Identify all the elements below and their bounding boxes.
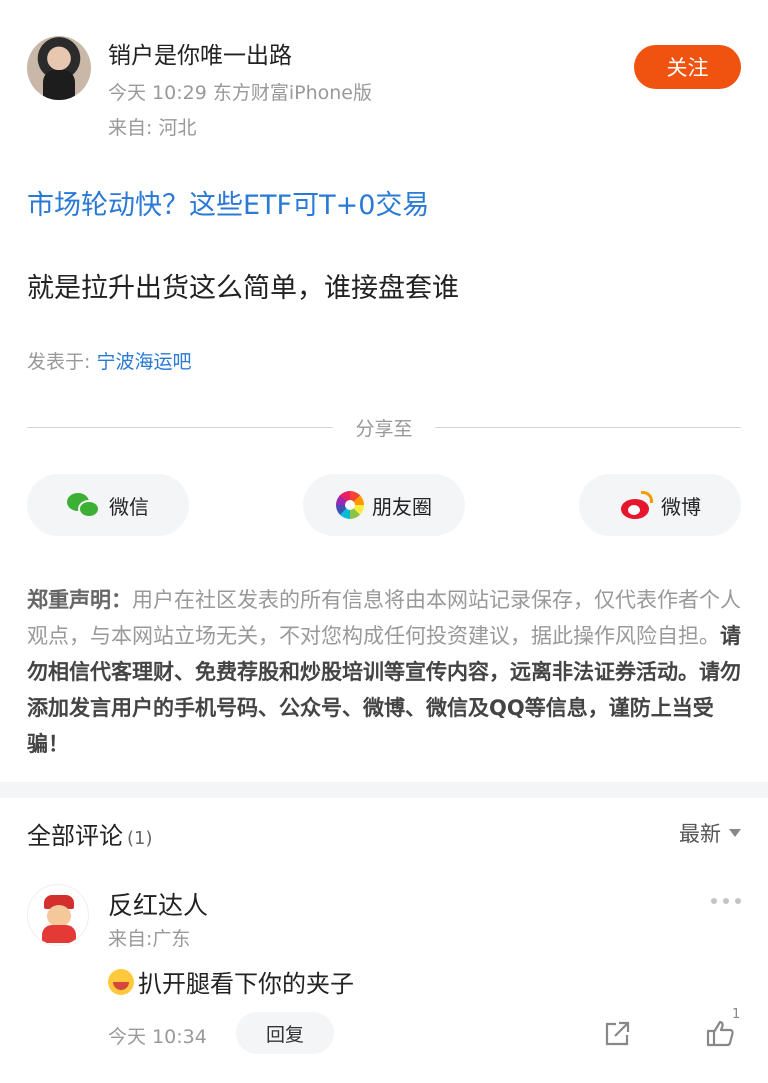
post-title-link[interactable]: 市场轮动快？这些ETF可T+0交易 (27, 183, 429, 222)
disclaimer: 郑重声明：用户在社区发表的所有信息将由本网站记录保存，仅代表作者个人观点，与本网… (27, 582, 743, 762)
comment-text: 扒开腿看下你的夹子 (108, 964, 354, 999)
author-avatar[interactable] (27, 36, 91, 100)
author-username[interactable]: 销户是你唯一出路 (108, 36, 292, 70)
post-meta: 今天 10:29 东方财富iPhone版 (108, 82, 372, 104)
commenter-location: 来自:广东 (108, 928, 191, 950)
weibo-icon (619, 491, 653, 519)
commenter-avatar[interactable] (27, 884, 89, 946)
thumbs-up-icon[interactable] (705, 1018, 735, 1048)
sort-label: 最新 (679, 822, 721, 846)
sort-dropdown[interactable]: 最新 (679, 818, 741, 848)
bar-link[interactable]: 宁波海运吧 (96, 351, 191, 373)
like-count: 1 (732, 1007, 741, 1022)
laughing-emoji-icon (108, 968, 134, 995)
share-moments-label: 朋友圈 (372, 494, 432, 519)
comments-title: 全部评论 (27, 822, 123, 850)
share-external-icon[interactable] (603, 1020, 631, 1048)
share-wechat-label: 微信 (109, 494, 149, 519)
more-options-icon[interactable] (711, 898, 741, 906)
commenter-name[interactable]: 反红达人 (108, 886, 208, 922)
posted-in: 发表于: 宁波海运吧 (27, 347, 191, 374)
disclaimer-text: 用户在社区发表的所有信息将由本网站记录保存，仅代表作者个人观点，与本网站立场无关… (27, 588, 741, 648)
comment-text-content: 扒开腿看下你的夹子 (138, 970, 354, 998)
follow-button[interactable]: 关注 (634, 45, 741, 89)
reply-button[interactable]: 回复 (236, 1012, 334, 1054)
share-weibo-button[interactable]: 微博 (579, 474, 741, 536)
wechat-icon (67, 491, 101, 519)
share-wechat-button[interactable]: 微信 (27, 474, 189, 536)
share-weibo-label: 微博 (661, 494, 701, 519)
moments-icon (336, 491, 364, 519)
post-location: 来自: 河北 (108, 117, 197, 139)
comment-item: 反红达人 来自:广东 扒开腿看下你的夹子 今天 10:34 回复 1 (0, 880, 768, 1080)
posted-in-label: 发表于: (27, 351, 97, 373)
comments-header: 全部评论 (1) 最新 (27, 816, 741, 852)
disclaimer-label: 郑重声明： (27, 588, 132, 612)
post-header: 销户是你唯一出路 今天 10:29 东方财富iPhone版 来自: 河北 关注 (0, 0, 768, 160)
caret-down-icon (729, 829, 741, 837)
section-divider (0, 782, 768, 798)
comments-count: (1) (127, 828, 153, 849)
comment-time: 今天 10:34 (108, 1026, 207, 1048)
post-body: 就是拉升出货这么简单，谁接盘套谁 (27, 273, 459, 304)
share-moments-button[interactable]: 朋友圈 (303, 474, 465, 536)
share-divider: 分享至 (27, 412, 741, 442)
